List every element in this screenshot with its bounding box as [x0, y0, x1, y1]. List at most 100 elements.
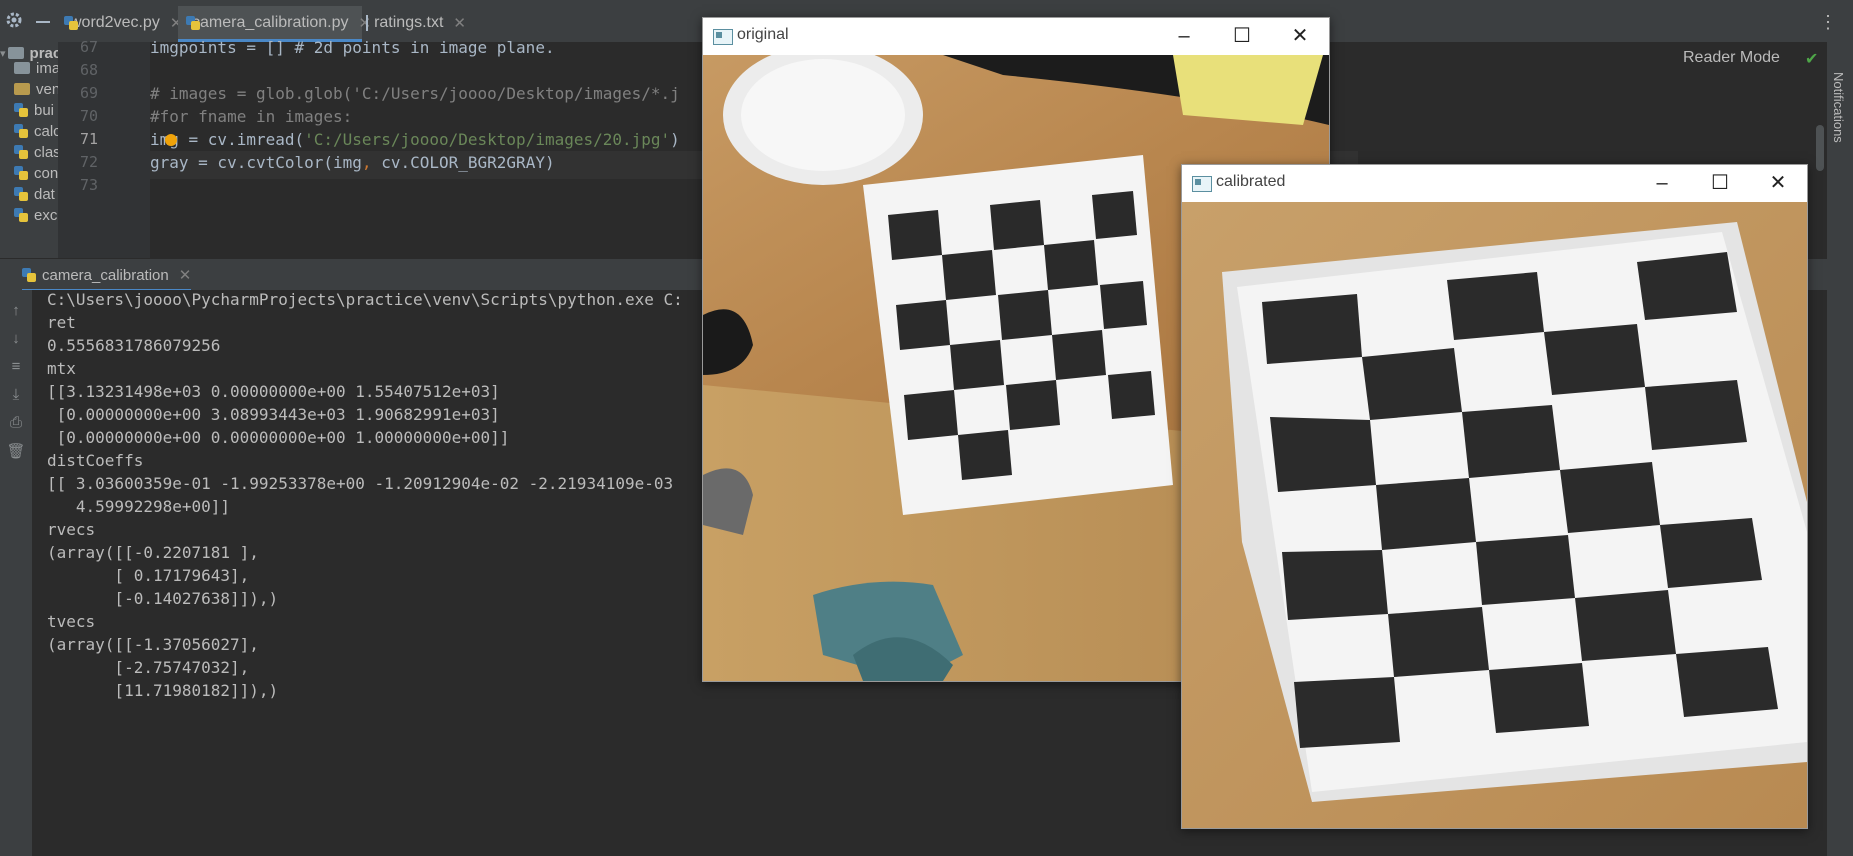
tree-item-file[interactable]: clas — [14, 141, 58, 163]
tree-item-file[interactable]: calc — [14, 120, 58, 142]
run-tab[interactable]: camera_calibration ✕ — [22, 263, 192, 292]
console-line: [0.00000000e+00 0.00000000e+00 1.0000000… — [47, 428, 510, 447]
python-file-icon — [14, 145, 28, 159]
tree-item-file[interactable]: dat — [14, 183, 55, 205]
code-line-67[interactable]: imgpoints = [] # 2d points in image plan… — [150, 38, 555, 57]
console-line: [11.71980182]]),) — [47, 681, 279, 700]
gear-icon[interactable] — [4, 10, 24, 30]
code-text: gray = cv.cvtColor(img — [150, 153, 362, 172]
window-titlebar[interactable]: original – ☐ ✕ — [703, 18, 1329, 54]
tree-item-label: exc — [34, 206, 58, 224]
lightbulb-icon[interactable] — [165, 134, 177, 146]
window-title: original — [737, 26, 789, 43]
hide-panel-icon[interactable] — [36, 21, 50, 23]
tree-item-label: dat — [34, 185, 55, 203]
line-number-gutter: 67 68 69 70 71 72 73 — [58, 38, 150, 258]
tree-item-venv[interactable]: ven — [14, 78, 58, 100]
notifications-label: Notifications — [1831, 72, 1846, 143]
tab-ratings[interactable]: ratings.txt ✕ — [366, 6, 466, 40]
python-file-icon — [14, 124, 28, 138]
tree-item-file[interactable]: exc — [14, 204, 57, 226]
trash-icon[interactable]: 🗑 — [6, 442, 26, 460]
console-line: 0.5556831786079256 — [47, 336, 221, 355]
line-number: 73 — [79, 176, 98, 194]
tree-item-label: ven — [36, 80, 58, 98]
code-text: cv.COLOR_BGR2GRAY) — [371, 153, 555, 172]
window-titlebar[interactable]: calibrated – ☐ ✕ — [1182, 165, 1807, 201]
tree-item-label: con — [34, 164, 58, 182]
code-line-69[interactable]: # images = glob.glob('C:/Users/joooo/Des… — [150, 84, 680, 103]
console-line: [[ 3.03600359e-01 -1.99253378e+00 -1.209… — [47, 474, 674, 493]
tab-camera-calibration[interactable]: camera_calibration.py ✕ — [178, 6, 371, 42]
tab-label: word2vec.py — [70, 14, 160, 31]
more-options-icon[interactable]: ⋮ — [1819, 12, 1837, 33]
code-line-71[interactable]: img = cv.imread('C:/Users/joooo/Desktop/… — [150, 130, 680, 149]
code-text: imgpoints = [] # 2d points in image plan… — [150, 38, 555, 57]
editor-scrollbar[interactable] — [1816, 125, 1824, 171]
run-tab-label: camera_calibration — [42, 266, 169, 284]
code-text: ) — [670, 130, 680, 149]
arrow-down-icon[interactable]: ↓ — [6, 330, 26, 348]
console-line: tvecs — [47, 612, 96, 631]
console-line: 4.59992298e+00]] — [47, 497, 231, 516]
tab-label: ratings.txt — [374, 14, 444, 31]
check-icon: ✔ — [1805, 51, 1819, 68]
desk-photo-calibrated — [1182, 202, 1807, 828]
console-line: distCoeffs — [47, 451, 144, 470]
close-icon[interactable]: ✕ — [453, 14, 466, 32]
chevron-down-icon[interactable]: ▾ — [0, 47, 6, 60]
tree-item-label: clas — [34, 143, 58, 161]
print-icon[interactable]: ⎙ — [6, 414, 26, 432]
text-file-icon — [366, 15, 369, 31]
code-punct: , — [361, 153, 372, 172]
close-icon[interactable]: ✕ — [179, 266, 192, 284]
console-line: mtx — [47, 359, 76, 378]
project-tree: ▾ practic ima ven bui calc clas con dat … — [0, 42, 58, 258]
window-title: calibrated — [1216, 173, 1286, 190]
code-string: 'C:/Users/joooo/Desktop/images/20.jpg' — [304, 130, 671, 149]
python-file-icon — [14, 103, 28, 117]
python-file-icon — [14, 166, 28, 180]
console-line: [-2.75747032], — [47, 658, 250, 677]
line-number: 67 — [79, 38, 98, 56]
folder-icon — [14, 62, 30, 74]
console-line: [ 0.17179643], — [47, 566, 250, 585]
console-line: C:\Users\joooo\PycharmProjects\practice\… — [47, 290, 683, 309]
console-line: rvecs — [47, 520, 96, 539]
maximize-icon[interactable]: ☐ — [1213, 18, 1271, 54]
python-file-icon — [14, 208, 28, 222]
soft-wrap-icon[interactable]: ≡ — [6, 358, 26, 376]
window-app-icon — [1192, 176, 1212, 192]
tree-item-images[interactable]: ima — [14, 57, 58, 79]
close-window-icon[interactable]: ✕ — [1749, 165, 1807, 201]
line-number: 70 — [79, 107, 98, 125]
maximize-icon[interactable]: ☐ — [1691, 165, 1749, 201]
calibrated-image-window[interactable]: calibrated – ☐ ✕ — [1181, 164, 1808, 829]
console-line: (array([[-0.2207181 ], — [47, 543, 259, 562]
tab-label: camera_calibration.py — [192, 14, 349, 31]
line-number: 72 — [79, 153, 98, 171]
code-line-72[interactable]: gray = cv.cvtColor(img, cv.COLOR_BGR2GRA… — [150, 153, 555, 172]
code-lines: imgpoints = [] # 2d points in image plan… — [150, 38, 710, 258]
run-toolbar: ↑ ↓ ≡ ⤓ ⎙ 🗑 — [0, 290, 32, 856]
reader-mode-toggle[interactable]: Reader Mode — [1683, 49, 1780, 67]
tree-item-file[interactable]: con — [14, 162, 58, 184]
minimize-icon[interactable]: – — [1155, 18, 1213, 54]
console-line: [-0.14027638]]),) — [47, 589, 279, 608]
calibrated-photo — [1182, 202, 1807, 828]
arrow-up-icon[interactable]: ↑ — [6, 302, 26, 320]
close-window-icon[interactable]: ✕ — [1271, 18, 1329, 54]
line-number: 71 — [79, 130, 98, 148]
console-line: (array([[-1.37056027], — [47, 635, 259, 654]
notifications-panel[interactable]: Notifications — [1827, 42, 1853, 856]
tree-item-label: calc — [34, 122, 58, 140]
tab-word2vec[interactable]: word2vec.py ✕ — [64, 6, 182, 40]
minimize-icon[interactable]: – — [1633, 165, 1691, 201]
line-number: 68 — [79, 61, 98, 79]
console-line: [0.00000000e+00 3.08993443e+03 1.9068299… — [47, 405, 500, 424]
tree-item-label: ima — [36, 59, 58, 77]
code-line-70[interactable]: #for fname in images: — [150, 107, 352, 126]
scroll-to-end-icon[interactable]: ⤓ — [6, 386, 26, 404]
tree-item-file[interactable]: bui — [14, 99, 54, 121]
python-file-icon — [14, 187, 28, 201]
